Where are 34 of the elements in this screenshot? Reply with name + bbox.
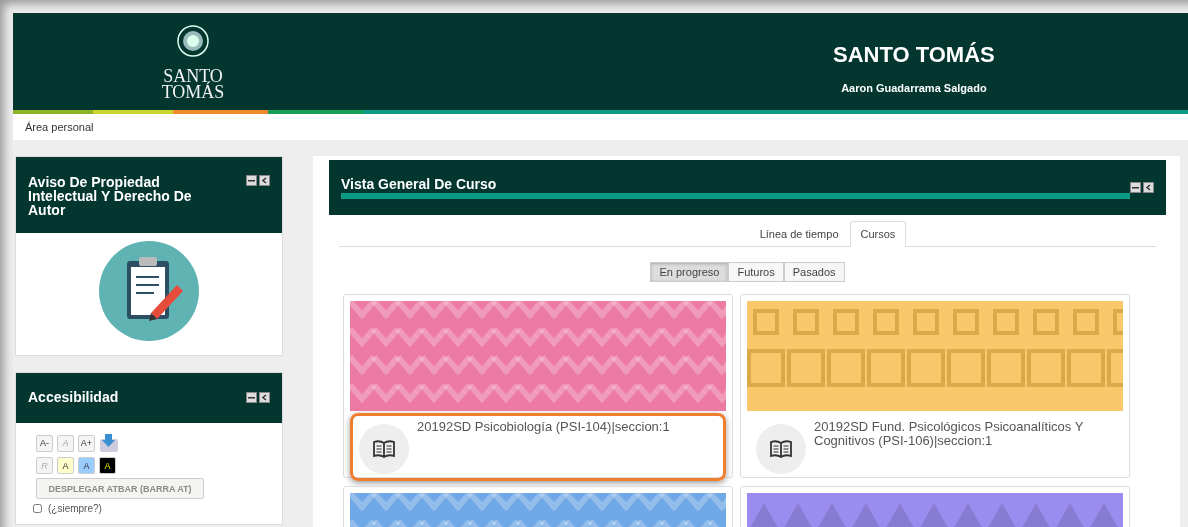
crest-icon — [176, 23, 210, 58]
always-checkbox[interactable] — [33, 504, 42, 513]
book-icon — [373, 440, 395, 458]
dock-icon[interactable] — [259, 175, 270, 186]
block-title: Accesibilidad — [28, 390, 120, 404]
dock-icon[interactable] — [1143, 182, 1154, 193]
dock-icon[interactable] — [259, 391, 270, 403]
book-icon — [770, 440, 792, 458]
filter-button[interactable]: Futuros — [728, 262, 784, 282]
user-name[interactable]: Aaron Guadarrama Salgado — [841, 81, 987, 94]
font-size-button[interactable]: A+ — [78, 434, 95, 452]
collapse-icon[interactable] — [1130, 182, 1141, 193]
breadcrumb-link[interactable]: Área personal — [25, 121, 94, 133]
color-scheme-button[interactable]: A — [99, 457, 116, 474]
save-icon[interactable] — [99, 433, 119, 453]
block-title: Aviso De Propiedad Intelectual Y Derecho De Autor — [28, 175, 193, 217]
block-title: Vista General De Curso — [341, 176, 1130, 199]
filter-button[interactable]: En progreso — [650, 262, 729, 282]
course-title[interactable]: 20192SD Fund. Psicológicos Psicoanalíticos Y Cognitivos (PSI-106)|seccion:1 — [814, 420, 1114, 474]
collapse-icon[interactable] — [246, 175, 257, 186]
site-title: SANTO TOMÁS — [833, 41, 995, 68]
logo-text: TOMÁS — [161, 83, 225, 100]
filter-button[interactable]: Pasados — [783, 262, 845, 282]
course-card[interactable]: 20192SD Psicobiología (PSI-104)|seccion:1 — [343, 294, 733, 478]
color-scheme-button[interactable]: A — [57, 457, 74, 474]
checkbox-label: (¿siempre?) — [48, 503, 102, 514]
color-scheme-button[interactable]: A — [78, 457, 95, 474]
tab[interactable]: Cursos — [849, 221, 907, 247]
course-card[interactable]: 20192SD Fund. Psicológicos Psicoanalíticos Y Cognitivos (PSI-106)|seccion:1 — [740, 294, 1130, 478]
collapse-icon[interactable] — [246, 391, 257, 403]
clipboard-icon — [99, 241, 199, 341]
course-title[interactable]: 20192SD Psicobiología (PSI-104)|seccion:1 — [417, 420, 670, 474]
font-size-button[interactable]: A- — [36, 434, 53, 452]
tab[interactable]: Línea de tiempo — [748, 221, 850, 247]
